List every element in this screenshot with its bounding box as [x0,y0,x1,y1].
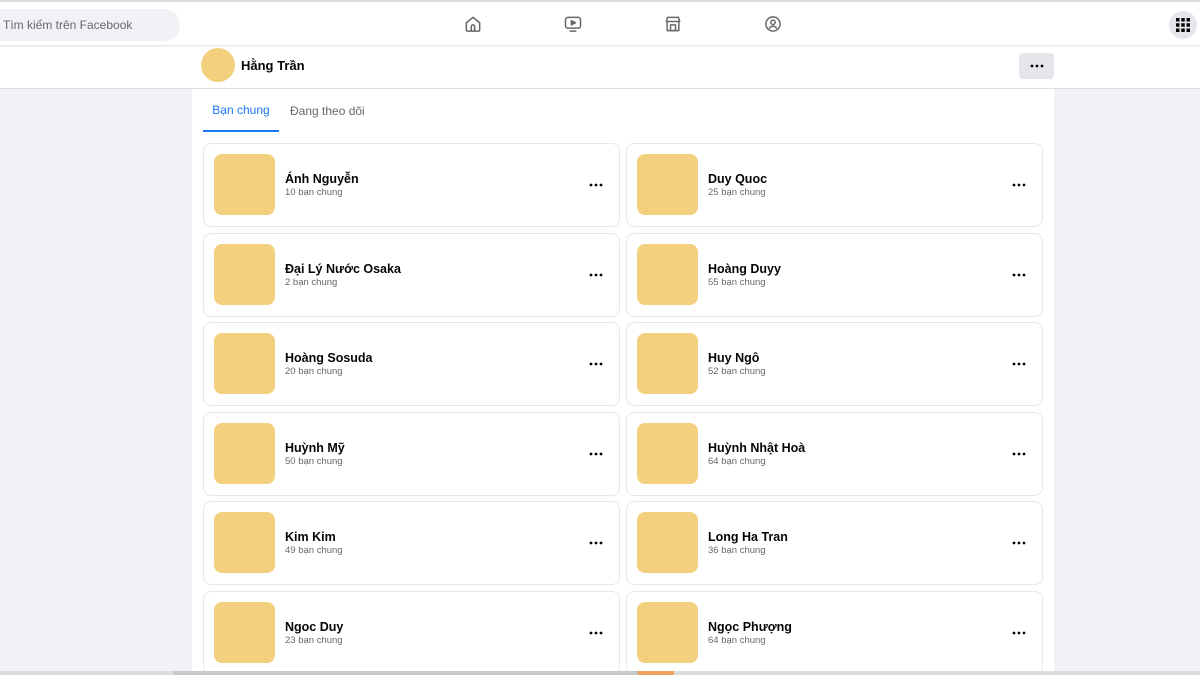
friend-name[interactable]: Huỳnh Nhật Hoà [708,441,805,455]
friend-card[interactable]: Huỳnh Nhật Hoà 64 bạn chung [626,412,1043,496]
friend-more-button[interactable] [1007,356,1031,372]
friend-more-button[interactable] [584,267,608,283]
friend-name[interactable]: Ánh Nguyễn [285,172,359,186]
friend-more-button[interactable] [584,177,608,193]
friend-more-button[interactable] [584,356,608,372]
groups-icon[interactable] [762,13,784,35]
friend-name[interactable]: Hoàng Duyy [708,262,781,276]
more-icon [589,362,603,366]
friend-mutual-count: 49 bạn chung [285,545,343,556]
friend-avatar[interactable] [214,154,275,215]
friend-avatar[interactable] [637,244,698,305]
friend-mutual-count: 50 bạn chung [285,456,343,467]
friend-mutual-count: 20 bạn chung [285,366,343,377]
friend-avatar[interactable] [214,512,275,573]
more-icon [1012,541,1026,545]
friend-avatar[interactable] [214,244,275,305]
friend-more-button[interactable] [584,625,608,641]
more-icon [589,541,603,545]
more-icon [589,452,603,456]
more-icon [1012,273,1026,277]
friend-card[interactable]: Huy Ngô 52 bạn chung [626,322,1043,406]
friend-card[interactable]: Kim Kim 49 bạn chung [203,501,620,585]
friend-card[interactable]: Hoàng Duyy 55 bạn chung [626,233,1043,317]
grid-menu-icon[interactable] [1169,11,1197,39]
more-icon [1030,64,1043,68]
friend-card[interactable]: Ánh Nguyễn 10 bạn chung [203,143,620,227]
friends-panel: Bạn chung Đang theo dõi Ánh Nguyễn 10 bạn… [192,89,1054,675]
friend-name[interactable]: Ngoc Duy [285,620,343,634]
friend-card[interactable]: Ngoc Duy 23 bạn chung [203,591,620,675]
friend-more-button[interactable] [1007,446,1031,462]
more-icon [1012,183,1026,187]
friend-avatar[interactable] [637,423,698,484]
more-icon [589,273,603,277]
friend-mutual-count: 2 bạn chung [285,277,338,288]
friend-mutual-count: 25 bạn chung [708,187,766,198]
tab-following[interactable]: Đang theo dõi [290,89,365,132]
friend-more-button[interactable] [584,535,608,551]
friend-mutual-count: 10 bạn chung [285,187,343,198]
friend-card[interactable]: Duy Quoc 25 bạn chung [626,143,1043,227]
friend-mutual-count: 55 bạn chung [708,277,766,288]
more-icon [589,631,603,635]
friend-more-button[interactable] [584,446,608,462]
friend-more-button[interactable] [1007,535,1031,551]
friend-name[interactable]: Hoàng Sosuda [285,351,373,365]
profile-avatar[interactable] [201,48,235,82]
profile-more-button[interactable] [1019,53,1054,79]
more-icon [1012,362,1026,366]
friend-avatar[interactable] [214,423,275,484]
friend-avatar[interactable] [214,333,275,394]
friend-card[interactable]: Hoàng Sosuda 20 bạn chung [203,322,620,406]
friend-mutual-count: 64 bạn chung [708,635,766,646]
marketplace-icon[interactable] [662,13,684,35]
friend-card[interactable]: Huỳnh Mỹ 50 bạn chung [203,412,620,496]
tab-label: Bạn chung [212,102,270,117]
horizontal-scrollbar[interactable] [0,671,1200,675]
tab-mutual-friends[interactable]: Bạn chung [203,89,279,132]
friend-mutual-count: 52 bạn chung [708,366,766,377]
scrollbar-thumb[interactable] [173,671,663,675]
top-navigation-bar: Tìm kiếm trên Facebook [0,0,1200,45]
more-icon [589,183,603,187]
friend-name[interactable]: Kim Kim [285,530,336,544]
search-input[interactable]: Tìm kiếm trên Facebook [0,9,180,41]
friend-name[interactable]: Huỳnh Mỹ [285,441,345,455]
friend-name[interactable]: Ngọc Phượng [708,620,792,634]
profile-header: Hằng Trần [0,45,1200,89]
friend-avatar[interactable] [637,512,698,573]
watch-icon[interactable] [562,13,584,35]
friend-avatar[interactable] [637,333,698,394]
friend-name[interactable]: Long Ha Tran [708,530,788,544]
search-placeholder: Tìm kiếm trên Facebook [3,18,133,32]
friend-mutual-count: 64 bạn chung [708,456,766,467]
friend-name[interactable]: Duy Quoc [708,172,767,186]
friend-avatar[interactable] [214,602,275,663]
tab-label: Đang theo dõi [290,103,365,118]
profile-name[interactable]: Hằng Trần [241,58,305,73]
friend-more-button[interactable] [1007,267,1031,283]
friend-card[interactable]: Long Ha Tran 36 bạn chung [626,501,1043,585]
friend-name[interactable]: Huy Ngô [708,351,759,365]
scrollbar-accent [638,671,674,675]
friend-card[interactable]: Đại Lý Nước Osaka 2 bạn chung [203,233,620,317]
friend-avatar[interactable] [637,602,698,663]
more-icon [1012,452,1026,456]
home-icon[interactable] [462,13,484,35]
friend-more-button[interactable] [1007,177,1031,193]
friend-more-button[interactable] [1007,625,1031,641]
friend-avatar[interactable] [637,154,698,215]
friend-mutual-count: 23 bạn chung [285,635,343,646]
more-icon [1012,631,1026,635]
friend-name[interactable]: Đại Lý Nước Osaka [285,262,401,276]
friend-card[interactable]: Ngọc Phượng 64 bạn chung [626,591,1043,675]
friend-mutual-count: 36 bạn chung [708,545,766,556]
